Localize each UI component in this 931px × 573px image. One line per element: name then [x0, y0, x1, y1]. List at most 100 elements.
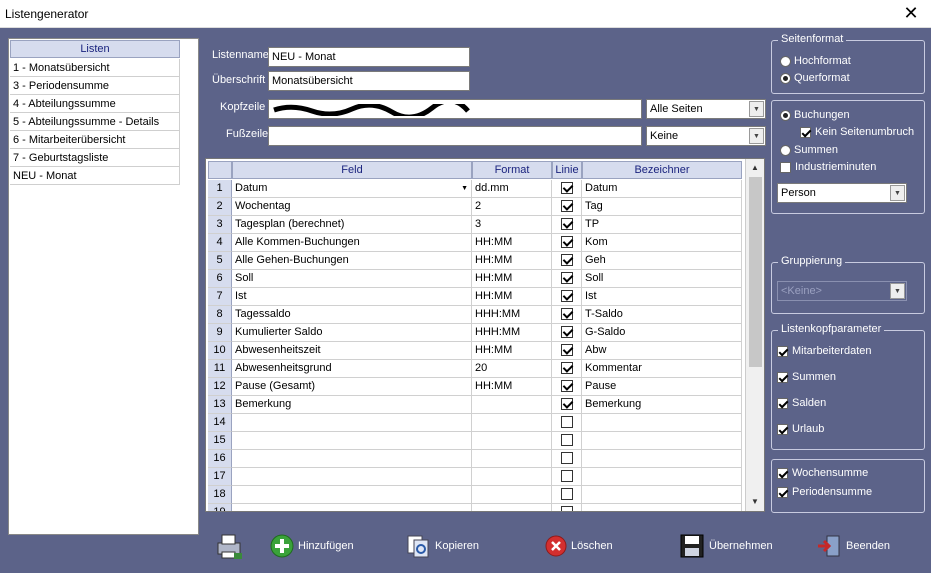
- table-cell[interactable]: [582, 486, 742, 504]
- checkbox-icon[interactable]: [560, 254, 573, 267]
- column-header-linie[interactable]: Linie: [552, 161, 582, 179]
- no-pagebreak-checkbox[interactable]: Kein Seitenumbruch: [800, 126, 914, 138]
- listname-field[interactable]: NEU - Monat: [268, 47, 470, 67]
- table-cell[interactable]: [232, 504, 472, 511]
- table-cell[interactable]: HH:MM: [472, 270, 552, 288]
- line-checkbox-cell[interactable]: [552, 450, 582, 468]
- checkbox-icon[interactable]: [560, 506, 573, 511]
- close-icon[interactable]: ✕: [899, 2, 923, 24]
- line-checkbox-cell[interactable]: [552, 360, 582, 378]
- header-sums-checkbox[interactable]: Summen: [777, 371, 836, 383]
- employee-data-checkbox[interactable]: Mitarbeiterdaten: [777, 345, 872, 357]
- chevron-down-icon[interactable]: ▼: [461, 180, 468, 197]
- checkbox-icon[interactable]: [560, 488, 573, 501]
- print-button[interactable]: [214, 529, 248, 563]
- person-select[interactable]: Person ▼: [777, 183, 907, 203]
- table-cell[interactable]: [472, 414, 552, 432]
- table-cell[interactable]: HHH:MM: [472, 306, 552, 324]
- table-cell[interactable]: 20: [472, 360, 552, 378]
- table-cell[interactable]: Kom: [582, 234, 742, 252]
- table-cell[interactable]: [582, 504, 742, 511]
- table-cell[interactable]: Datum: [582, 180, 742, 198]
- header-pages-select[interactable]: Alle Seiten ▼: [646, 99, 766, 119]
- checkbox-icon[interactable]: [560, 272, 573, 285]
- checkbox-icon[interactable]: [560, 452, 573, 465]
- list-item[interactable]: 6 - Mitarbeiterübersicht: [10, 131, 180, 149]
- table-cell[interactable]: Tag: [582, 198, 742, 216]
- table-scrollbar[interactable]: ▲ ▼: [745, 159, 764, 511]
- checkbox-icon[interactable]: [560, 200, 573, 213]
- checkbox-icon[interactable]: [560, 326, 573, 339]
- footer-field[interactable]: [268, 126, 642, 146]
- line-checkbox-cell[interactable]: [552, 468, 582, 486]
- column-header-bezeichner[interactable]: Bezeichner: [582, 161, 742, 179]
- table-cell[interactable]: HH:MM: [472, 234, 552, 252]
- line-checkbox-cell[interactable]: [552, 306, 582, 324]
- portrait-radio[interactable]: Hochformat: [780, 55, 851, 67]
- table-cell[interactable]: [232, 450, 472, 468]
- table-cell[interactable]: Wochentag: [232, 198, 472, 216]
- vacation-checkbox[interactable]: Urlaub: [777, 423, 824, 435]
- checkbox-icon[interactable]: [560, 290, 573, 303]
- table-cell[interactable]: [472, 396, 552, 414]
- table-cell[interactable]: [472, 486, 552, 504]
- table-cell[interactable]: Datum ▼: [232, 180, 472, 198]
- table-cell[interactable]: Kommentar: [582, 360, 742, 378]
- column-header-feld[interactable]: Feld: [232, 161, 472, 179]
- table-cell[interactable]: Geh: [582, 252, 742, 270]
- table-cell[interactable]: T-Saldo: [582, 306, 742, 324]
- table-cell[interactable]: Tagessaldo: [232, 306, 472, 324]
- line-checkbox-cell[interactable]: [552, 180, 582, 198]
- table-cell[interactable]: Alle Kommen-Buchungen: [232, 234, 472, 252]
- table-cell[interactable]: TP: [582, 216, 742, 234]
- checkbox-icon[interactable]: [560, 236, 573, 249]
- list-item[interactable]: 1 - Monatsübersicht: [10, 59, 180, 77]
- checkbox-icon[interactable]: [560, 416, 573, 429]
- add-button[interactable]: Hinzufügen: [270, 529, 354, 563]
- table-cell[interactable]: 3: [472, 216, 552, 234]
- table-cell[interactable]: [582, 468, 742, 486]
- line-checkbox-cell[interactable]: [552, 342, 582, 360]
- list-item[interactable]: 7 - Geburtstagsliste: [10, 149, 180, 167]
- table-cell[interactable]: Soll: [582, 270, 742, 288]
- table-cell[interactable]: Abwesenheitsgrund: [232, 360, 472, 378]
- line-checkbox-cell[interactable]: [552, 198, 582, 216]
- table-cell[interactable]: [232, 486, 472, 504]
- table-cell[interactable]: dd.mm: [472, 180, 552, 198]
- line-checkbox-cell[interactable]: [552, 270, 582, 288]
- table-cell[interactable]: [472, 432, 552, 450]
- checkbox-icon[interactable]: [560, 344, 573, 357]
- checkbox-icon[interactable]: [560, 470, 573, 483]
- checkbox-icon[interactable]: [560, 434, 573, 447]
- line-checkbox-cell[interactable]: [552, 252, 582, 270]
- grouping-select[interactable]: <Keine> ▼: [777, 281, 907, 301]
- table-cell[interactable]: Ist: [582, 288, 742, 306]
- table-cell[interactable]: [232, 432, 472, 450]
- table-cell[interactable]: Alle Gehen-Buchungen: [232, 252, 472, 270]
- table-cell[interactable]: Bemerkung: [232, 396, 472, 414]
- table-cell[interactable]: Soll: [232, 270, 472, 288]
- sums-radio[interactable]: Summen: [780, 144, 838, 156]
- balances-checkbox[interactable]: Salden: [777, 397, 826, 409]
- table-cell[interactable]: Abw: [582, 342, 742, 360]
- table-cell[interactable]: 2: [472, 198, 552, 216]
- line-checkbox-cell[interactable]: [552, 504, 582, 511]
- table-cell[interactable]: [582, 414, 742, 432]
- table-cell[interactable]: HH:MM: [472, 252, 552, 270]
- scroll-down-icon[interactable]: ▼: [748, 495, 762, 509]
- line-checkbox-cell[interactable]: [552, 234, 582, 252]
- line-checkbox-cell[interactable]: [552, 486, 582, 504]
- delete-button[interactable]: Löschen: [545, 529, 613, 563]
- table-cell[interactable]: Pause: [582, 378, 742, 396]
- table-cell[interactable]: HH:MM: [472, 378, 552, 396]
- table-cell[interactable]: [582, 432, 742, 450]
- list-item[interactable]: NEU - Monat: [10, 167, 180, 185]
- period-sum-checkbox[interactable]: Periodensumme: [777, 486, 872, 498]
- footer-pages-select[interactable]: Keine ▼: [646, 126, 766, 146]
- table-cell[interactable]: Ist: [232, 288, 472, 306]
- column-header-format[interactable]: Format: [472, 161, 552, 179]
- checkbox-icon[interactable]: [560, 182, 573, 195]
- table-cell[interactable]: HH:MM: [472, 288, 552, 306]
- scrollbar-thumb[interactable]: [749, 177, 762, 367]
- line-checkbox-cell[interactable]: [552, 324, 582, 342]
